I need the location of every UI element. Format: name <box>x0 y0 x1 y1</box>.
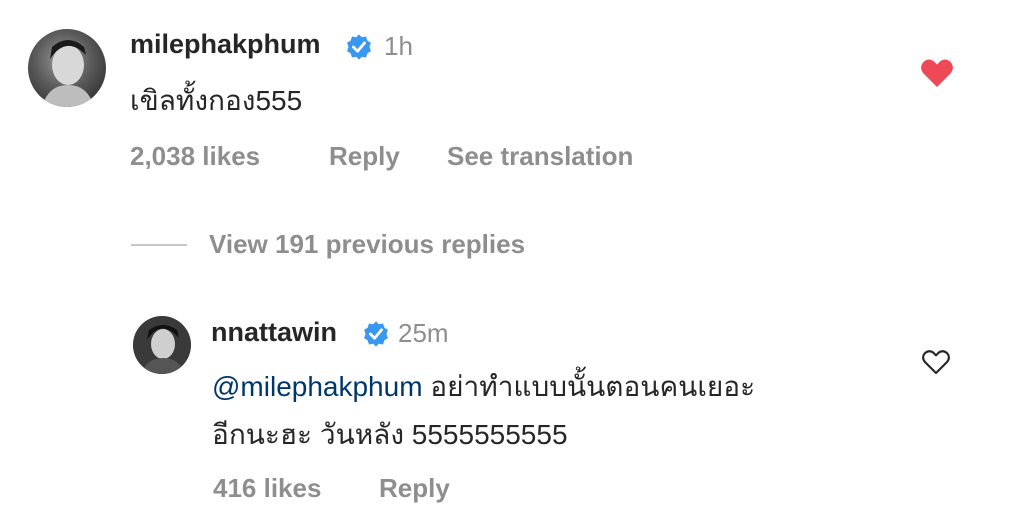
comment-likes[interactable]: 2,038 likes <box>130 141 260 172</box>
heart-filled-icon[interactable] <box>920 58 954 88</box>
reply-text: @milephakphum อย่าทำแบบนั้นตอนคนเยอะ อีก… <box>212 363 755 459</box>
reply-text-line-1: @milephakphum อย่าทำแบบนั้นตอนคนเยอะ <box>212 363 755 411</box>
comment-reply-button[interactable]: Reply <box>329 141 400 172</box>
avatar-nnattawin[interactable] <box>133 316 191 374</box>
verified-badge-icon <box>364 321 388 347</box>
comment-time: 1h <box>384 31 413 61</box>
view-previous-replies-button[interactable]: View 191 previous replies <box>209 229 525 260</box>
reply-username[interactable]: nnattawin <box>211 317 337 348</box>
comment-username[interactable]: milephakphum <box>130 29 321 60</box>
verified-badge-icon <box>347 34 371 60</box>
replies-divider <box>131 244 187 246</box>
reply-likes[interactable]: 416 likes <box>213 473 321 504</box>
reply-time: 25m <box>398 318 449 348</box>
reply-text-line-2: อีกนะฮะ วันหลัง 5555555555 <box>212 419 568 450</box>
reply-text-line-1-rest: อย่าทำแบบนั้นตอนคนเยอะ <box>422 371 756 402</box>
heart-outline-icon[interactable] <box>921 348 951 376</box>
reply-reply-button[interactable]: Reply <box>379 473 450 504</box>
mention-link[interactable]: @milephakphum <box>212 371 423 402</box>
see-translation-button[interactable]: See translation <box>447 141 633 172</box>
avatar-milephakphum[interactable] <box>28 29 106 107</box>
comment-text: เขิลทั้งกอง555 <box>130 85 303 116</box>
